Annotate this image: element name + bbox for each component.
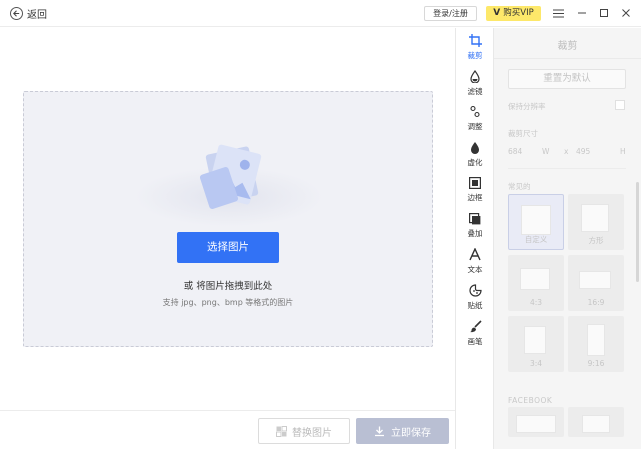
blur-drop-icon [468, 141, 482, 155]
panel-title: 裁剪 [557, 41, 578, 52]
tool-label: 调整 [467, 121, 483, 131]
preset-square[interactable]: 方形 [568, 194, 624, 250]
preset-label: 方形 [588, 236, 604, 245]
tool-label: 画笔 [467, 336, 483, 346]
preset-shape [587, 324, 605, 356]
tool-filter[interactable]: 滤镜 [456, 66, 494, 100]
replace-image-label: 替换图片 [292, 427, 332, 439]
preset-shape [524, 326, 546, 354]
preset-label: 自定义 [524, 235, 548, 244]
preset-4-3[interactable]: 4:3 [508, 255, 564, 311]
drag-drop-hint: 或 将图片拖拽到此处 [183, 281, 273, 292]
buy-vip-label: 购买VIP [503, 8, 534, 18]
facebook-preset-cover[interactable] [508, 407, 564, 437]
brush-icon [468, 320, 482, 334]
tool-blur[interactable]: 虚化 [456, 137, 494, 171]
preset-label: 4:3 [529, 298, 543, 307]
preset-custom[interactable]: 自定义 [508, 194, 564, 250]
sticker-icon [468, 284, 482, 298]
save-now-label: 立即保存 [391, 427, 431, 439]
tool-rail: 裁剪 滤镜 调整 虚化 边框 叠加 文本 贴纸 画笔 [455, 28, 494, 449]
height-input[interactable]: 495 [576, 147, 590, 156]
tool-label: 边框 [467, 192, 483, 202]
tool-border[interactable]: 边框 [456, 172, 494, 206]
panel-scrollbar[interactable] [636, 182, 639, 282]
preset-16-9[interactable]: 16:9 [568, 255, 624, 311]
replace-image-button[interactable]: 替换图片 [258, 418, 350, 444]
facebook-preset-post[interactable] [568, 407, 624, 437]
tool-text[interactable]: 文本 [456, 244, 494, 278]
image-placeholder-icon [200, 144, 262, 209]
reset-default-button[interactable]: 重置为默认 [508, 69, 626, 89]
preset-shape [579, 271, 611, 289]
preset-label: 3:4 [529, 359, 543, 368]
times-sign: x [564, 147, 569, 156]
tool-label: 裁剪 [467, 50, 483, 60]
back-label: 返回 [27, 10, 47, 21]
choose-image-button[interactable]: 选择图片 [177, 232, 279, 263]
maximize-icon[interactable] [597, 6, 611, 20]
tool-label: 滤镜 [467, 86, 483, 96]
text-icon [468, 248, 482, 262]
tool-label: 叠加 [467, 228, 483, 238]
back-arrow-icon [10, 7, 23, 20]
tool-crop[interactable]: 裁剪 [456, 30, 494, 64]
crop-settings-panel: 裁剪 重置为默认 保持分辨率 裁剪尺寸 684 W x 495 H 常见的 自定… [494, 28, 641, 449]
tool-label: 文本 [467, 264, 483, 274]
tool-label: 贴纸 [467, 300, 483, 310]
app-window: 返回 登录/注册 V 购买VIP 选择图片 或 将图片拖拽到此处 支持 jpg、… [0, 0, 641, 449]
facebook-section-label: FACEBOOK [508, 396, 553, 405]
adjust-icon [468, 105, 482, 119]
preset-label: 9:16 [587, 359, 605, 368]
border-icon [468, 176, 482, 190]
crop-icon [468, 34, 482, 48]
preset-shape [581, 204, 609, 232]
keep-resolution-label: 保持分辨率 [508, 102, 546, 111]
preset-3-4[interactable]: 3:4 [508, 316, 564, 372]
login-register-button[interactable]: 登录/注册 [424, 6, 477, 21]
filter-drop-icon [468, 70, 482, 84]
preset-shape [582, 415, 610, 433]
preset-shape [520, 268, 550, 290]
download-icon [375, 426, 384, 436]
width-unit: W [542, 147, 550, 156]
keep-resolution-checkbox[interactable] [615, 100, 625, 110]
overlay-icon [468, 212, 482, 226]
vip-badge-icon: V [493, 8, 501, 18]
menu-icon[interactable] [551, 6, 565, 20]
tool-brush[interactable]: 画笔 [456, 316, 494, 350]
minimize-icon[interactable] [575, 6, 589, 20]
canvas-area: 选择图片 或 将图片拖拽到此处 支持 jpg、png、bmp 等格式的图片 [0, 28, 455, 410]
preset-shape [516, 415, 556, 433]
common-presets-label: 常见的 [508, 182, 531, 191]
preset-label: 16:9 [587, 298, 605, 307]
width-input[interactable]: 684 [508, 147, 522, 156]
buy-vip-button[interactable]: V 购买VIP [486, 6, 541, 21]
crop-size-label: 裁剪尺寸 [508, 129, 538, 138]
panel-divider [494, 58, 641, 59]
save-now-button[interactable]: 立即保存 [356, 418, 449, 444]
supported-formats-text: 支持 jpg、png、bmp 等格式的图片 [162, 298, 294, 307]
tool-overlay[interactable]: 叠加 [456, 208, 494, 242]
image-dropzone[interactable]: 选择图片 或 将图片拖拽到此处 支持 jpg、png、bmp 等格式的图片 [23, 91, 433, 347]
tool-adjust[interactable]: 调整 [456, 101, 494, 135]
tool-sticker[interactable]: 贴纸 [456, 280, 494, 314]
section-divider [508, 168, 626, 169]
bottom-action-bar: 替换图片 立即保存 [0, 410, 455, 449]
height-unit: H [620, 147, 626, 156]
replace-icon [276, 425, 287, 437]
preset-shape [521, 205, 551, 235]
preset-9-16[interactable]: 9:16 [568, 316, 624, 372]
close-icon[interactable] [619, 6, 633, 20]
back-button[interactable]: 返回 [10, 6, 47, 21]
title-bar: 返回 登录/注册 V 购买VIP [0, 0, 641, 27]
tool-label: 虚化 [467, 157, 483, 167]
